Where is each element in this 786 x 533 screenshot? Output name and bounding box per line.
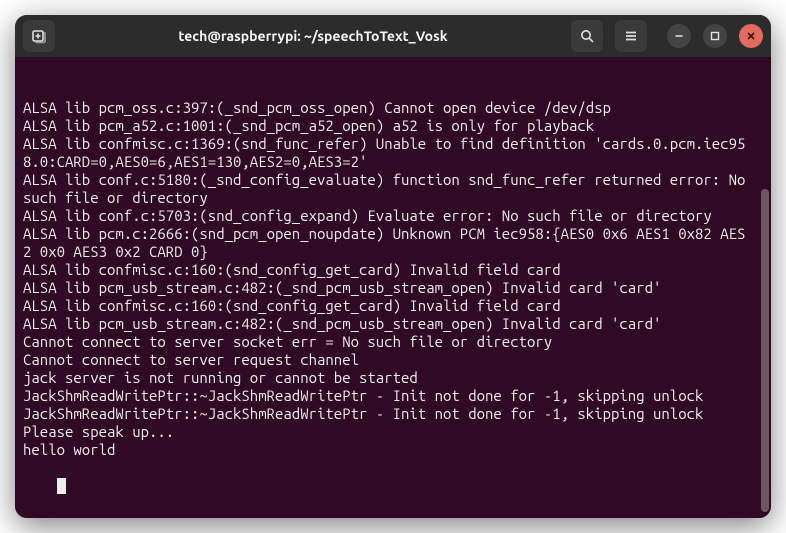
search-button[interactable] (571, 20, 603, 52)
scrollbar[interactable] (761, 63, 769, 512)
minimize-button[interactable] (667, 24, 691, 48)
close-icon (746, 31, 756, 41)
hamburger-icon (623, 28, 639, 44)
new-tab-button[interactable] (23, 20, 55, 52)
window-title: tech@raspberrypi: ~/speechToText_Vosk (61, 28, 565, 44)
minimize-icon (674, 31, 684, 41)
window-controls (667, 24, 763, 48)
terminal-output: ALSA lib pcm_oss.c:397:(_snd_pcm_oss_ope… (23, 99, 765, 459)
scrollbar-thumb[interactable] (761, 189, 769, 512)
terminal-body[interactable]: ALSA lib pcm_oss.c:397:(_snd_pcm_oss_ope… (15, 57, 771, 518)
terminal-window: tech@raspberrypi: ~/speechToText_Vosk (15, 15, 771, 518)
titlebar: tech@raspberrypi: ~/speechToText_Vosk (15, 15, 771, 57)
titlebar-left (23, 20, 55, 52)
terminal-cursor (57, 478, 66, 494)
titlebar-right (571, 20, 763, 52)
maximize-button[interactable] (703, 24, 727, 48)
maximize-icon (710, 31, 720, 41)
new-tab-icon (31, 28, 47, 44)
close-button[interactable] (739, 24, 763, 48)
menu-button[interactable] (615, 20, 647, 52)
search-icon (579, 28, 595, 44)
